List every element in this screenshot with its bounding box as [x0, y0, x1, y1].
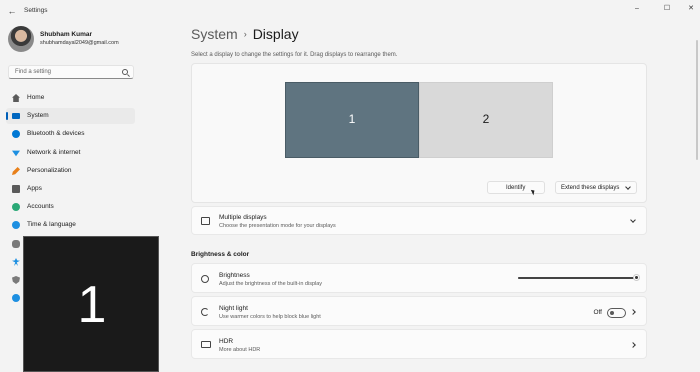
account-icon: [12, 203, 20, 211]
back-arrow-icon[interactable]: ←: [6, 5, 18, 17]
windows-update-icon[interactable]: [12, 294, 20, 302]
profile-name: Shubham Kumar: [40, 31, 93, 38]
scrollbar[interactable]: [696, 40, 698, 160]
close-button[interactable]: ✕: [684, 3, 698, 15]
chevron-down-icon[interactable]: [630, 217, 636, 223]
row-subtitle[interactable]: More about HDR: [219, 347, 260, 353]
display-arrangement-panel: 1 2 Identify Extend these displays: [191, 63, 647, 203]
privacy-shield-icon[interactable]: [12, 276, 20, 284]
monitor-number: 1: [348, 112, 356, 126]
search-placeholder: Find a setting: [15, 69, 52, 75]
sidebar-item-label: Personalization: [27, 167, 72, 174]
sidebar-item-label: Time & language: [27, 221, 76, 228]
window-title: Settings: [24, 7, 48, 14]
sidebar-item-bluetooth[interactable]: Bluetooth & devices: [6, 126, 135, 142]
maximize-button[interactable]: ☐: [660, 3, 674, 15]
night-light-toggle[interactable]: [607, 308, 626, 318]
night-light-state: Off: [593, 309, 602, 316]
minimize-button[interactable]: –: [630, 3, 644, 15]
globe-clock-icon: [12, 221, 20, 229]
row-subtitle: Choose the presentation mode for your di…: [219, 223, 336, 229]
identify-button[interactable]: Identify: [487, 181, 545, 194]
sidebar-item-time-language[interactable]: Time & language: [6, 217, 135, 233]
breadcrumb-parent[interactable]: System: [191, 26, 238, 42]
brush-icon: [12, 167, 20, 175]
row-subtitle: Adjust the brightness of the built-in di…: [219, 281, 323, 287]
sidebar-item-home[interactable]: Home: [6, 90, 135, 106]
section-title: Brightness & color: [191, 251, 250, 258]
sidebar-item-apps[interactable]: Apps: [6, 181, 135, 197]
identify-label: Identify: [506, 185, 526, 191]
sidebar-item-accounts[interactable]: Accounts: [6, 199, 135, 215]
sidebar-item-label: Accounts: [27, 203, 54, 210]
row-title: Brightness: [219, 272, 250, 279]
night-light-row[interactable]: Night light Use warmer colors to help bl…: [191, 296, 647, 326]
brightness-slider[interactable]: [518, 274, 640, 281]
display-mode-dropdown[interactable]: Extend these displays: [555, 181, 637, 194]
apps-icon: [12, 185, 20, 193]
brightness-slider-fill: [518, 277, 636, 279]
search-icon[interactable]: [122, 69, 128, 75]
sidebar-item-network[interactable]: Network & internet: [6, 145, 135, 161]
search-input[interactable]: Find a setting: [8, 65, 134, 79]
multiple-displays-icon: [201, 217, 210, 225]
sidebar-item-label: Bluetooth & devices: [27, 130, 85, 137]
row-subtitle: Use warmer colors to help block blue lig…: [219, 314, 321, 320]
sidebar-item-label: System: [27, 112, 49, 119]
profile-email: shubhamdayal2049@gmail.com: [40, 40, 119, 46]
chevron-right-icon[interactable]: [630, 309, 636, 315]
breadcrumb: System › Display: [191, 26, 299, 42]
sidebar-item-system[interactable]: System: [6, 108, 135, 124]
chevron-down-icon: [625, 184, 631, 190]
system-icon: [12, 113, 20, 119]
arrangement-hint: Select a display to change the settings …: [191, 52, 398, 58]
multiple-displays-row[interactable]: Multiple displays Choose the presentatio…: [191, 206, 647, 235]
home-icon: [12, 94, 20, 102]
page-title: Display: [252, 26, 299, 42]
monitor-2[interactable]: 2: [419, 82, 553, 158]
row-title: Multiple displays: [219, 214, 267, 221]
night-light-icon: [201, 308, 209, 316]
sun-icon: [201, 275, 209, 283]
identify-number: 1: [77, 276, 107, 334]
monitor-1[interactable]: 1: [285, 82, 419, 158]
hdr-row[interactable]: HDR More about HDR: [191, 329, 647, 359]
title-bar: ← Settings – ☐ ✕: [0, 0, 700, 22]
sidebar-item-personalization[interactable]: Personalization: [6, 163, 135, 179]
wifi-icon: [12, 150, 20, 157]
avatar[interactable]: [8, 26, 34, 52]
accessibility-icon[interactable]: [12, 258, 20, 266]
chevron-right-icon[interactable]: [630, 342, 636, 348]
brightness-row: Brightness Adjust the brightness of the …: [191, 263, 647, 293]
chevron-right-icon: ›: [243, 29, 247, 39]
monitor-number: 2: [482, 112, 490, 126]
identify-overlay: 1: [23, 236, 159, 372]
display-mode-value: Extend these displays: [561, 185, 620, 191]
row-title: Night light: [219, 305, 248, 312]
gaming-icon[interactable]: [12, 240, 20, 248]
hdr-icon: [201, 341, 211, 348]
bluetooth-icon: [12, 130, 20, 138]
sidebar-item-label: Apps: [27, 185, 42, 192]
brightness-slider-thumb[interactable]: [632, 274, 640, 281]
sidebar-item-label: Network & internet: [27, 149, 81, 156]
row-title: HDR: [219, 338, 234, 345]
sidebar-item-label: Home: [27, 94, 45, 101]
